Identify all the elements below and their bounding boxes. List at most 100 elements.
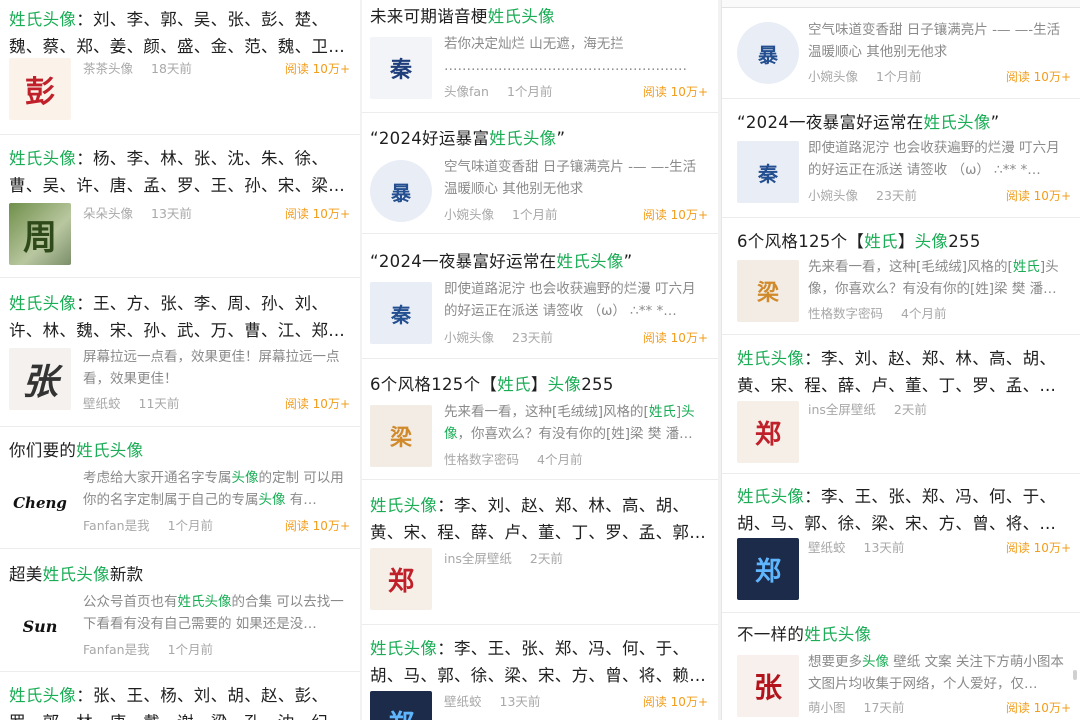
author-name[interactable]: 壁纸蛟 bbox=[83, 396, 121, 411]
article-meta: 头像fan 1个月前 阅读 10万+ bbox=[444, 83, 708, 101]
read-count: 阅读 10万+ bbox=[284, 397, 350, 411]
author-name[interactable]: ins全屏壁纸 bbox=[808, 402, 876, 417]
qin-round-icon[interactable]: 秦 bbox=[370, 282, 432, 344]
article-meta: 萌小图 17天前 阅读 10万+ bbox=[808, 699, 1071, 717]
article-card[interactable]: 不一样的姓氏头像 张 想要更多头像 壁纸 文案 关注下方萌小图本文图片均收集于网… bbox=[722, 613, 1080, 720]
top-edge-divider bbox=[722, 0, 1080, 8]
article-title[interactable]: 姓氏头像：李、刘、赵、郑、林、高、胡、黄、宋、程、薛、卢、董、丁、罗、孟、郭… bbox=[737, 345, 1071, 399]
article-title[interactable]: “2024一夜暴富好运常在姓氏头像” bbox=[737, 109, 1071, 136]
article-meta: 壁纸蛟 11天前 阅读 10万+ bbox=[83, 395, 350, 413]
round-avatar-icon[interactable]: 暴 bbox=[370, 160, 432, 222]
author-name[interactable]: 头像fan bbox=[444, 84, 489, 99]
article-title[interactable]: 姓氏头像：张、王、杨、刘、胡、赵、彭、罗、郭、林、唐、戴、谢、梁、孔、沈、纪… bbox=[9, 682, 350, 720]
author-name[interactable]: 壁纸蛟 bbox=[444, 694, 482, 709]
article-meta: Fanfan是我 1个月前 bbox=[83, 641, 350, 659]
article-card[interactable]: 6个风格125个【姓氏】头像255 梁 先来看一看，这种[毛绒绒]风格的[姓氏]… bbox=[362, 359, 718, 480]
author-name[interactable]: 朵朵头像 bbox=[83, 206, 133, 221]
author-name[interactable]: 壁纸蛟 bbox=[808, 540, 846, 555]
author-name[interactable]: 性格数字密码 bbox=[444, 452, 519, 467]
author-name[interactable]: 萌小图 bbox=[808, 700, 846, 715]
author-name[interactable]: 小婉头像 bbox=[808, 188, 858, 203]
author-name[interactable]: 小婉头像 bbox=[444, 207, 494, 222]
article-card[interactable]: 姓氏头像：张、王、杨、刘、胡、赵、彭、罗、郭、林、唐、戴、谢、梁、孔、沈、纪… bbox=[0, 672, 360, 720]
plush-style-icon[interactable]: 梁 bbox=[370, 405, 432, 467]
sun-signature-icon[interactable]: Sun bbox=[9, 595, 71, 657]
article-card[interactable]: “2024一夜暴富好运常在姓氏头像” 秦 即使道路泥泞 也会收获遍野的烂漫 叮六… bbox=[362, 234, 718, 359]
article-card[interactable]: 6个风格125个【姓氏】头像255 梁 先来看一看，这种[毛绒绒]风格的[姓氏]… bbox=[722, 218, 1080, 335]
zheng-neon-icon[interactable]: 郑 bbox=[370, 691, 432, 720]
author-name[interactable]: 性格数字密码 bbox=[808, 306, 883, 321]
feed-column-left: 姓氏头像：刘、李、郭、吴、张、彭、楚、魏、蔡、郑、姜、颜、盛、金、范、魏、卫… … bbox=[0, 0, 360, 720]
article-card[interactable]: 你们要的姓氏头像 Cheng 考虑给大家开通名字专属头像的定制 可以用你的名字定… bbox=[0, 427, 360, 549]
article-title[interactable]: “2024一夜暴富好运常在姓氏头像” bbox=[370, 248, 708, 275]
article-title[interactable]: 姓氏头像：杨、李、林、张、沈、朱、徐、曹、吴、许、唐、孟、罗、王、孙、宋、梁… bbox=[9, 145, 350, 199]
round-avatar-icon[interactable]: 暴 bbox=[737, 22, 799, 84]
article-card[interactable]: 暴 空气味道变香甜 日子镶满亮片 -— —-生活温暖顺心 其他别无他求 小婉头像… bbox=[722, 8, 1080, 99]
zhou-green-icon[interactable]: 周 bbox=[9, 203, 71, 265]
article-title[interactable]: 你们要的姓氏头像 bbox=[9, 437, 350, 464]
article-meta: 朵朵头像 13天前 阅读 10万+ bbox=[83, 205, 350, 223]
post-time: 13天前 bbox=[863, 540, 905, 555]
zhang-red-icon[interactable]: 张 bbox=[737, 655, 799, 717]
article-meta: ins全屏壁纸 2天前 bbox=[808, 401, 1071, 419]
article-title[interactable]: 超美姓氏头像新款 bbox=[9, 561, 350, 588]
peng-doll-icon[interactable]: 彭 bbox=[9, 58, 71, 120]
article-card[interactable]: 超美姓氏头像新款 Sun 公众号首页也有姓氏头像的合集 可以去找一下看看有没有自… bbox=[0, 549, 360, 672]
article-title[interactable]: 不一样的姓氏头像 bbox=[737, 621, 1071, 648]
cheng-signature-icon[interactable]: Cheng bbox=[9, 472, 71, 534]
article-meta: 茶茶头像 18天前 阅读 10万+ bbox=[83, 60, 350, 78]
article-meta: 壁纸蛟 13天前 阅读 10万+ bbox=[808, 539, 1071, 557]
article-title[interactable]: 姓氏头像：李、刘、赵、郑、林、高、胡、黄、宋、程、薛、卢、董、丁、罗、孟、郭… bbox=[370, 492, 708, 546]
article-excerpt: 若你决定灿烂 山无遮，海无拦 ……………………………………………… bbox=[444, 36, 687, 74]
article-excerpt: 先来看一看，这种[毛绒绒]风格的[姓氏]头像，你喜欢么？有没有你的[姓]梁 樊 … bbox=[444, 404, 695, 442]
article-card[interactable]: 姓氏头像：刘、李、郭、吴、张、彭、楚、魏、蔡、郑、姜、颜、盛、金、范、魏、卫… … bbox=[0, 0, 360, 135]
read-count: 阅读 10万+ bbox=[1005, 541, 1071, 555]
article-card[interactable]: 姓氏头像：王、方、张、李、周、孙、刘、许、林、魏、宋、孙、武、万、曹、江、郑… … bbox=[0, 278, 360, 427]
article-excerpt: 先来看一看，这种[毛绒绒]风格的[姓氏]头像，你喜欢么？有没有你的[姓]梁 樊 … bbox=[808, 259, 1059, 297]
zhang-ink-icon[interactable]: 张 bbox=[9, 348, 71, 410]
article-card[interactable]: 姓氏头像：李、刘、赵、郑、林、高、胡、黄、宋、程、薛、卢、董、丁、罗、孟、郭… … bbox=[362, 480, 718, 625]
article-card[interactable]: “2024好运暴富姓氏头像” 暴 空气味道变香甜 日子镶满亮片 -— —-生活温… bbox=[362, 113, 718, 234]
author-name[interactable]: 小婉头像 bbox=[444, 330, 494, 345]
zheng-bear-icon[interactable]: 郑 bbox=[370, 548, 432, 610]
article-card[interactable]: “2024一夜暴富好运常在姓氏头像” 秦 即使道路泥泞 也会收获遍野的烂漫 叮六… bbox=[722, 99, 1080, 218]
scrollbar-thumb[interactable] bbox=[1073, 670, 1077, 680]
read-count: 阅读 10万+ bbox=[1005, 70, 1071, 84]
article-excerpt: 即使道路泥泞 也会收获遍野的烂漫 叮六月的好运正在派送 请签收 （ω） ∴** … bbox=[444, 281, 696, 319]
author-name[interactable]: 茶茶头像 bbox=[83, 61, 133, 76]
article-title[interactable]: 姓氏头像：王、方、张、李、周、孙、刘、许、林、魏、宋、孙、武、万、曹、江、郑… bbox=[9, 290, 350, 344]
author-name[interactable]: Fanfan是我 bbox=[83, 518, 150, 533]
article-card[interactable]: 姓氏头像：李、刘、赵、郑、林、高、胡、黄、宋、程、薛、卢、董、丁、罗、孟、郭… … bbox=[722, 335, 1080, 474]
article-title[interactable]: 姓氏头像：李、王、张、郑、冯、何、于、胡、马、郭、徐、梁、宋、方、曾、将、赖… bbox=[737, 483, 1071, 537]
article-meta: 性格数字密码 4个月前 bbox=[808, 305, 1071, 323]
article-meta: ins全屏壁纸 2天前 bbox=[444, 550, 708, 568]
read-count: 阅读 10万+ bbox=[642, 331, 708, 345]
article-card[interactable]: 未来可期谐音梗姓氏头像 秦 若你决定灿烂 山无遮，海无拦 ……………………………… bbox=[362, 0, 718, 113]
qin-round-icon[interactable]: 秦 bbox=[737, 141, 799, 203]
qin-plate-icon[interactable]: 秦 bbox=[370, 37, 432, 99]
author-name[interactable]: 小婉头像 bbox=[808, 69, 858, 84]
author-name[interactable]: ins全屏壁纸 bbox=[444, 551, 512, 566]
article-excerpt: 想要更多头像 壁纸 文案 关注下方萌小图本文图片均收集于网络，个人爱好，仅… bbox=[808, 654, 1064, 692]
post-time: 1个月前 bbox=[167, 642, 214, 657]
author-name[interactable]: Fanfan是我 bbox=[83, 642, 150, 657]
article-title[interactable]: 姓氏头像：刘、李、郭、吴、张、彭、楚、魏、蔡、郑、姜、颜、盛、金、范、魏、卫… bbox=[9, 6, 350, 60]
article-card[interactable]: 姓氏头像：李、王、张、郑、冯、何、于、胡、马、郭、徐、梁、宋、方、曾、将、赖… … bbox=[362, 625, 718, 720]
article-card[interactable]: 姓氏头像：李、王、张、郑、冯、何、于、胡、马、郭、徐、梁、宋、方、曾、将、赖… … bbox=[722, 474, 1080, 613]
article-title[interactable]: “2024好运暴富姓氏头像” bbox=[370, 125, 708, 152]
article-title[interactable]: 姓氏头像：李、王、张、郑、冯、何、于、胡、马、郭、徐、梁、宋、方、曾、将、赖… bbox=[370, 635, 708, 689]
article-excerpt: 空气味道变香甜 日子镶满亮片 -— —-生活温暖顺心 其他别无他求 bbox=[444, 159, 697, 197]
read-count: 阅读 10万+ bbox=[642, 85, 708, 99]
zheng-neon-icon[interactable]: 郑 bbox=[737, 538, 799, 600]
plush-style-icon[interactable]: 梁 bbox=[737, 260, 799, 322]
article-title[interactable]: 未来可期谐音梗姓氏头像 bbox=[370, 3, 708, 30]
article-title[interactable]: 6个风格125个【姓氏】头像255 bbox=[737, 228, 1071, 255]
read-count: 阅读 10万+ bbox=[284, 519, 350, 533]
article-card[interactable]: 姓氏头像：杨、李、林、张、沈、朱、徐、曹、吴、许、唐、孟、罗、王、孙、宋、梁… … bbox=[0, 135, 360, 278]
article-meta: 小婉头像 23天前 阅读 10万+ bbox=[444, 329, 708, 347]
post-time: 2天前 bbox=[529, 551, 563, 566]
article-meta: Fanfan是我 1个月前 阅读 10万+ bbox=[83, 517, 350, 535]
article-title[interactable]: 6个风格125个【姓氏】头像255 bbox=[370, 371, 708, 398]
read-count: 阅读 10万+ bbox=[284, 207, 350, 221]
zheng-bear-icon[interactable]: 郑 bbox=[737, 401, 799, 463]
